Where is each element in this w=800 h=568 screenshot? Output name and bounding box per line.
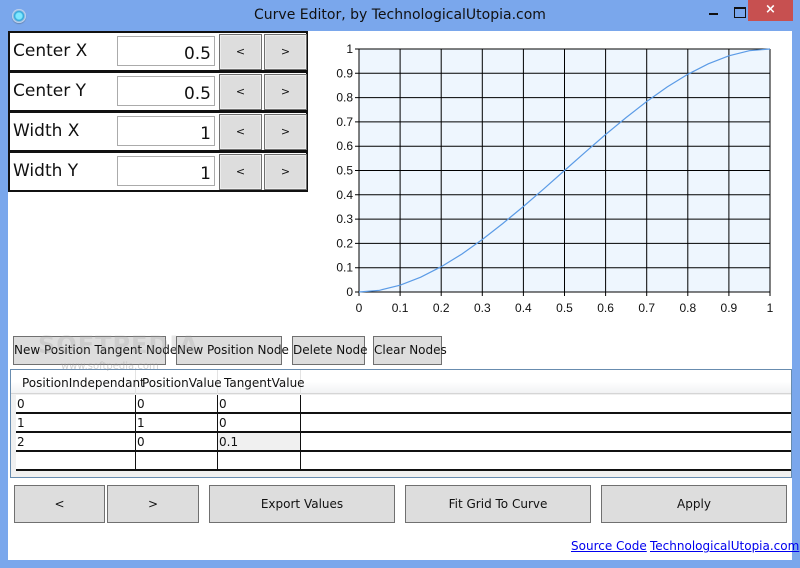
y-tick-label: 0.5 [336,164,353,178]
width-y-increase-button[interactable]: > [264,154,307,190]
x-tick-label: 0.3 [474,301,491,315]
cell-tangent-value[interactable] [218,452,301,469]
export-values-button[interactable]: Export Values [209,485,395,523]
window-title: Curve Editor, by TechnologicalUtopia.com [254,7,546,23]
table-row-new[interactable] [16,452,791,471]
width-y-label: Width Y [13,161,79,181]
x-tick-label: 0.5 [556,301,573,315]
y-tick-label: 0.4 [336,188,353,202]
previous-button[interactable]: < [14,485,105,523]
column-header-position-independant[interactable]: PositionIndependant [16,370,145,394]
width-y-input[interactable]: 1 [117,156,215,186]
param-row-width-x: Width X 1 < > [8,111,308,151]
curve-chart-svg[interactable]: 0 0.1 0.2 0.3 0.4 0.5 0.6 0.7 0.8 0.9 1 0 0.1 0.2 0.3 0… [324,37,784,323]
center-y-decrease-button[interactable]: < [219,74,262,110]
cell-tangent-value[interactable]: 0 [218,414,301,431]
param-row-width-y: Width Y 1 < > [8,151,308,192]
new-position-tangent-node-button[interactable]: New Position Tangent Node [13,336,177,365]
y-tick-label: 0.7 [336,115,353,129]
cell-position-value[interactable]: 0 [136,395,218,412]
column-header-position-value[interactable]: PositionValue [136,370,222,394]
center-y-input[interactable]: 0.5 [117,76,215,106]
clear-nodes-button[interactable]: Clear Nodes [373,336,447,365]
cell-tangent-value-selected[interactable]: 0.1 [218,433,301,450]
table-row[interactable]: 1 1 0 [16,414,791,433]
cell-position-value[interactable] [136,452,218,469]
width-y-decrease-button[interactable]: < [219,154,262,190]
cell-position-independant[interactable]: 2 [16,433,136,450]
cell-position-value[interactable]: 1 [136,414,218,431]
center-x-label: Center X [13,41,88,61]
width-x-decrease-button[interactable]: < [219,114,262,150]
apply-button[interactable]: Apply [601,485,787,523]
cell-tangent-value[interactable]: 0 [218,395,301,412]
next-button[interactable]: > [107,485,199,523]
x-tick-label: 0.4 [515,301,532,315]
client-area: Center X 0.5 < > Center Y 0.5 < > Width … [8,31,799,560]
nodes-grid[interactable]: PositionIndependant PositionValue Tangen… [10,361,792,478]
center-y-increase-button[interactable]: > [264,74,307,110]
x-tick-label: 0.8 [679,301,696,315]
x-tick-label: 1 [767,301,774,315]
x-tick-label: 0.9 [721,301,738,315]
minimize-button[interactable] [700,0,726,21]
y-tick-label: 0.9 [336,66,353,80]
y-tick-label: 0.8 [336,91,353,105]
delete-node-button[interactable]: Delete Node [292,336,368,365]
table-row[interactable]: 0 0 0 [16,395,791,414]
cell-position-independant[interactable] [16,452,136,469]
center-x-increase-button[interactable]: > [264,34,307,70]
y-tick-label: 0.1 [336,261,353,275]
y-tick-label: 1 [346,42,353,56]
grid-header: PositionIndependant PositionValue Tangen… [11,370,791,394]
center-y-label: Center Y [13,81,87,101]
x-tick-label: 0.1 [392,301,409,315]
column-header-tangent-value[interactable]: TangentValue [218,370,305,394]
width-x-increase-button[interactable]: > [264,114,307,150]
param-row-center-x: Center X 0.5 < > [8,31,308,71]
y-tick-label: 0.6 [336,139,353,153]
x-tick-label: 0 [356,301,363,315]
technologicalutopia-link[interactable]: TechnologicalUtopia.com [650,539,799,553]
cell-position-value[interactable]: 0 [136,433,218,450]
close-button[interactable]: × [748,0,793,21]
center-x-decrease-button[interactable]: < [219,34,262,70]
fit-grid-to-curve-button[interactable]: Fit Grid To Curve [405,485,591,523]
x-tick-label: 0.2 [433,301,450,315]
center-x-input[interactable]: 0.5 [117,36,215,66]
y-tick-label: 0.3 [336,212,353,226]
param-row-center-y: Center Y 0.5 < > [8,71,308,111]
app-window: Curve Editor, by TechnologicalUtopia.com… [0,0,800,568]
width-x-input[interactable]: 1 [117,116,215,146]
title-bar[interactable]: Curve Editor, by TechnologicalUtopia.com… [0,0,800,31]
cell-position-independant[interactable]: 1 [16,414,136,431]
x-tick-label: 0.6 [597,301,614,315]
new-position-node-button[interactable]: New Position Node [176,336,289,365]
y-tick-label: 0.2 [336,236,353,250]
y-tick-label: 0 [346,285,353,299]
x-tick-label: 0.7 [638,301,655,315]
width-x-label: Width X [13,121,80,141]
cell-position-independant[interactable]: 0 [16,395,136,412]
source-code-link[interactable]: Source Code [571,539,647,553]
table-row[interactable]: 2 0 0.1 [16,433,791,452]
curve-chart[interactable]: 0 0.1 0.2 0.3 0.4 0.5 0.6 0.7 0.8 0.9 1 0 0.1 0.2 0.3 0… [324,37,784,323]
